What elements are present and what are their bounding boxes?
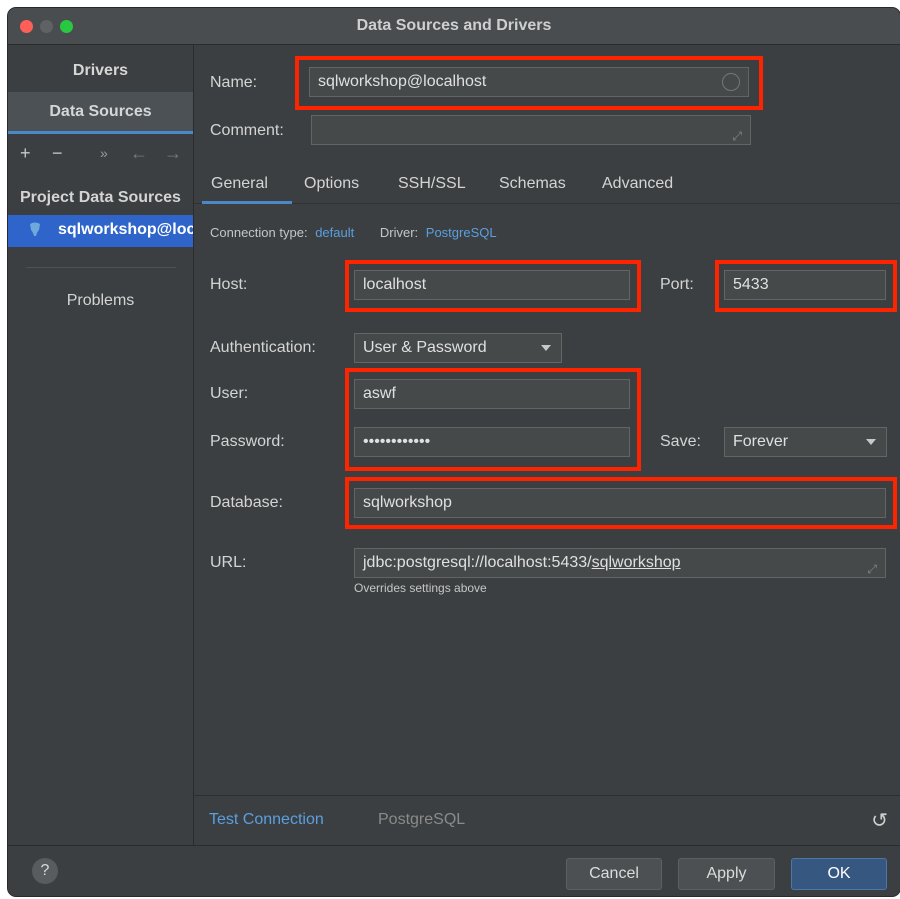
sidebar-toolbar: + − » ← →	[20, 139, 190, 169]
tab-advanced[interactable]: Advanced	[602, 175, 673, 193]
sidebar-divider	[26, 267, 176, 268]
save-label: Save:	[660, 433, 701, 450]
active-tab-indicator	[8, 131, 193, 134]
settings-tabs: General Options SSH/SSL Schemas Advanced	[194, 163, 900, 204]
add-icon[interactable]: +	[20, 143, 31, 164]
url-prefix: jdbc:postgresql://localhost:5433/	[363, 554, 592, 571]
postgresql-elephant-icon	[30, 222, 40, 236]
active-tab-indicator	[202, 201, 292, 204]
connection-type-row: Connection type: default Driver: Postgre…	[210, 225, 497, 240]
database-input[interactable]: sqlworkshop	[354, 488, 886, 518]
sidebar-item-label: sqlworkshop@localhost	[58, 221, 193, 238]
title-bar: Data Sources and Drivers	[8, 8, 900, 45]
project-data-sources-header: Project Data Sources	[20, 189, 181, 206]
save-select[interactable]: Forever	[724, 427, 887, 457]
comment-label: Comment:	[210, 122, 284, 139]
ok-button[interactable]: OK	[791, 858, 887, 890]
help-icon[interactable]: ?	[32, 858, 58, 884]
tab-options[interactable]: Options	[304, 175, 359, 193]
comment-input[interactable]: ⤢	[311, 115, 751, 145]
dialog-footer: ? Cancel Apply OK	[8, 845, 900, 896]
test-connection-link[interactable]: Test Connection	[209, 811, 324, 829]
expand-icon[interactable]: ⤢	[732, 122, 742, 144]
expand-icon[interactable]: ⤢	[867, 555, 877, 577]
password-label: Password:	[210, 433, 285, 450]
tab-general[interactable]: General	[211, 175, 268, 193]
remove-icon[interactable]: −	[52, 143, 63, 164]
url-label: URL:	[210, 554, 247, 571]
user-input[interactable]: aswf	[354, 379, 630, 409]
apply-button[interactable]: Apply	[678, 858, 775, 890]
url-database: sqlworkshop	[591, 554, 681, 571]
driver-link[interactable]: PostgreSQL	[426, 225, 497, 240]
name-value: sqlworkshop@localhost	[318, 73, 487, 90]
main-panel: Name: sqlworkshop@localhost Comment: ⤢ G…	[194, 45, 900, 845]
chevron-down-icon	[541, 345, 551, 351]
tab-schemas[interactable]: Schemas	[499, 175, 566, 193]
back-arrow-icon[interactable]: ←	[130, 143, 148, 164]
driver-name-text: PostgreSQL	[378, 811, 466, 828]
host-label: Host:	[210, 276, 248, 293]
tab-data-sources[interactable]: Data Sources	[8, 92, 193, 131]
driver-label: Driver:	[379, 225, 419, 240]
url-input[interactable]: jdbc:postgresql://localhost:5433/sqlwork…	[354, 548, 886, 578]
database-label: Database:	[210, 494, 283, 511]
authentication-label: Authentication:	[210, 339, 316, 356]
sidebar: Drivers Data Sources + − » ← → Project D…	[8, 45, 194, 845]
data-sources-dialog: Data Sources and Drivers Drivers Data So…	[8, 8, 900, 896]
name-input[interactable]: sqlworkshop@localhost	[309, 67, 749, 97]
connection-type-link[interactable]: default	[315, 225, 354, 240]
tab-ssh-ssl[interactable]: SSH/SSL	[398, 175, 466, 193]
authentication-select[interactable]: User & Password	[354, 333, 562, 363]
window-title: Data Sources and Drivers	[356, 17, 552, 34]
sidebar-item-sqlworkshop[interactable]: sqlworkshop@localhost	[8, 215, 193, 247]
revert-icon[interactable]: ↺	[871, 808, 888, 833]
chevron-down-icon	[866, 439, 876, 445]
connection-type-label: Connection type:	[210, 225, 308, 240]
save-value: Forever	[733, 433, 789, 450]
authentication-value: User & Password	[363, 339, 487, 356]
forward-arrow-icon[interactable]: →	[164, 143, 182, 164]
url-hint: Overrides settings above	[354, 581, 487, 595]
more-icon[interactable]: »	[100, 145, 108, 161]
color-circle-icon[interactable]	[722, 73, 740, 91]
sidebar-item-problems[interactable]: Problems	[8, 292, 193, 310]
port-input[interactable]: 5433	[724, 270, 886, 300]
cancel-button[interactable]: Cancel	[566, 858, 662, 890]
user-label: User:	[210, 385, 249, 402]
name-label: Name:	[210, 74, 258, 91]
tab-drivers[interactable]: Drivers	[8, 53, 193, 89]
connection-actions-bar: Test Connection PostgreSQL ↺	[194, 795, 900, 846]
password-input[interactable]: ••••••••••••	[354, 427, 630, 457]
port-label: Port:	[660, 276, 694, 293]
host-input[interactable]: localhost	[354, 270, 630, 300]
